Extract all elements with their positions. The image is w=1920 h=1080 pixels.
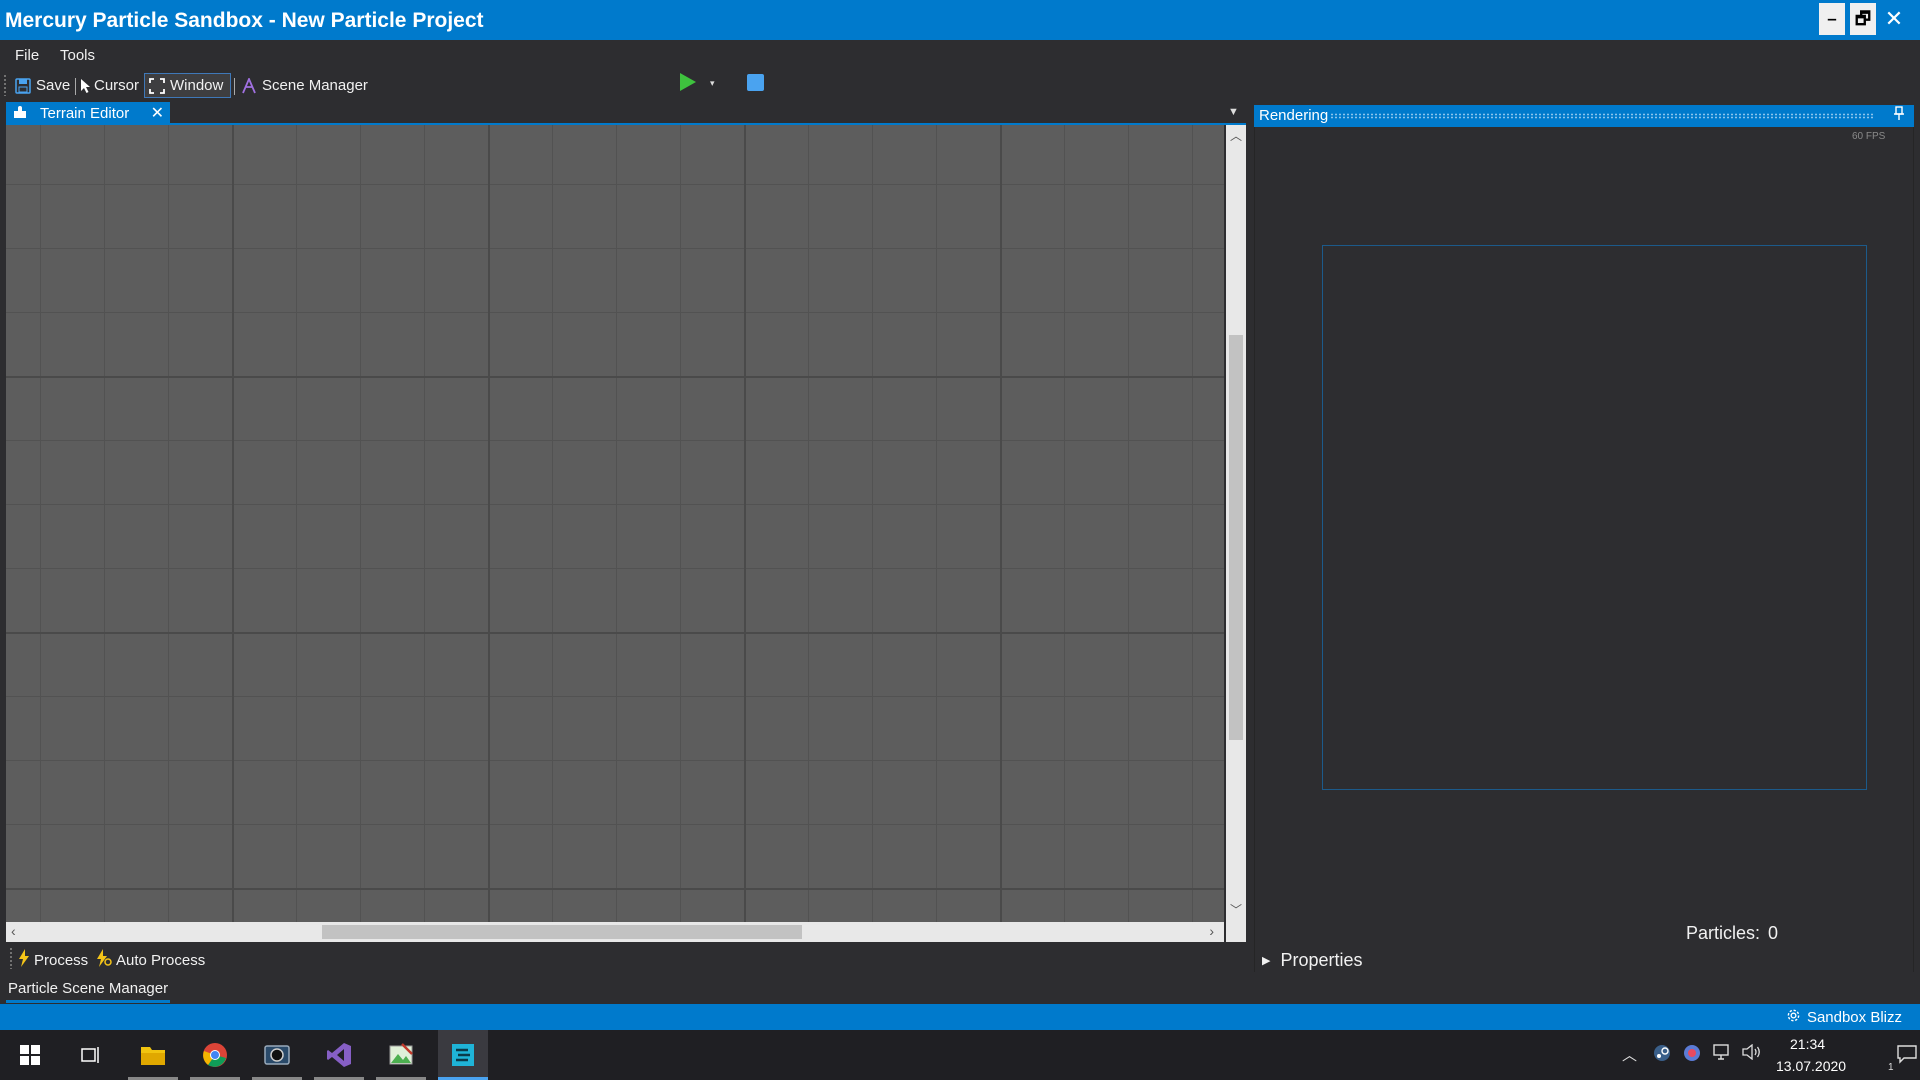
- tray-expand-chevron-up-icon[interactable]: ︿: [1622, 1044, 1637, 1065]
- toolbar-separator: [234, 78, 235, 95]
- fps-counter: 60 FPS: [1852, 131, 1886, 142]
- puzzle-icon: [12, 104, 28, 123]
- minimize-button[interactable]: –: [1819, 3, 1845, 35]
- vertical-scrollbar[interactable]: ︿ ﹀: [1226, 125, 1246, 922]
- tab-close-icon[interactable]: ✕: [151, 103, 164, 123]
- cursor-arrow-icon: [80, 77, 92, 95]
- taskbar: ︿ 1: [0, 1030, 1920, 1080]
- process-label: Process: [34, 952, 89, 969]
- stop-button[interactable]: [747, 74, 764, 91]
- toolbar-separator: [75, 78, 76, 95]
- toolbar-grip[interactable]: [3, 74, 7, 96]
- mercury-sandbox-icon[interactable]: [438, 1030, 488, 1080]
- volume-icon[interactable]: [1742, 1043, 1762, 1064]
- image-editor-icon[interactable]: [376, 1030, 426, 1080]
- bottom-tab-indicator: [6, 1000, 170, 1003]
- chrome-icon[interactable]: [190, 1030, 240, 1080]
- process-toolbar: Process Auto Process: [6, 944, 1246, 972]
- expand-triangle-icon: ▶: [1262, 955, 1271, 967]
- vertical-scroll-thumb[interactable]: [1229, 335, 1243, 740]
- terrain-editor-canvas[interactable]: [6, 125, 1224, 922]
- scene-manager-button[interactable]: Scene Manager: [237, 73, 371, 98]
- steam-tray-icon[interactable]: [1653, 1044, 1671, 1066]
- auto-process-label: Auto Process: [116, 952, 206, 969]
- save-button[interactable]: Save: [11, 73, 73, 98]
- app-window: Mercury Particle Sandbox - New Particle …: [0, 0, 1920, 1080]
- app-tray-icon[interactable]: [1683, 1044, 1701, 1066]
- horizontal-scroll-thumb[interactable]: [322, 925, 802, 939]
- menu-bar: File Tools: [0, 40, 1920, 70]
- tab-label: Terrain Editor: [40, 104, 130, 122]
- title-bar: Mercury Particle Sandbox - New Particle …: [0, 0, 1920, 40]
- horizontal-scrollbar[interactable]: ‹ ›: [6, 922, 1224, 942]
- scroll-up-icon[interactable]: ︿: [1230, 127, 1242, 144]
- menu-file[interactable]: File: [15, 47, 39, 64]
- cursor-label: Cursor: [94, 77, 140, 94]
- toolbar-grip[interactable]: [9, 947, 13, 969]
- status-label: Sandbox Blizz: [1806, 1009, 1902, 1026]
- clock-date[interactable]: 13.07.2020: [1776, 1058, 1846, 1074]
- scene-manager-icon: [240, 77, 258, 95]
- render-viewport[interactable]: [1322, 245, 1867, 790]
- file-explorer-icon[interactable]: [128, 1030, 178, 1080]
- scroll-right-icon[interactable]: ›: [1209, 923, 1214, 939]
- menu-tools[interactable]: Tools: [60, 47, 95, 64]
- toolbar: Save Cursor Window Scene Manager: [0, 70, 1920, 102]
- photo-app-icon[interactable]: [252, 1030, 302, 1080]
- save-icon: [14, 77, 32, 95]
- window-title: Mercury Particle Sandbox - New Particle …: [5, 9, 484, 32]
- tab-list-chevron-down-icon[interactable]: ▼: [1228, 106, 1239, 118]
- status-bar: Sandbox Blizz: [0, 1004, 1920, 1030]
- rendering-panel-header[interactable]: Rendering: [1254, 105, 1914, 127]
- window-button[interactable]: Window: [144, 73, 231, 98]
- particles-count-label: Particles:: [1686, 923, 1761, 943]
- pin-icon[interactable]: [1894, 106, 1904, 123]
- properties-label: Properties: [1280, 950, 1363, 970]
- close-button[interactable]: ✕: [1881, 3, 1907, 35]
- task-view-icon[interactable]: [65, 1030, 115, 1080]
- restore-button[interactable]: 🗗: [1850, 3, 1876, 35]
- network-icon[interactable]: [1713, 1044, 1731, 1064]
- properties-expander[interactable]: ▶ Properties: [1262, 950, 1363, 971]
- scroll-left-icon[interactable]: ‹: [11, 923, 16, 939]
- play-icon[interactable]: [678, 71, 698, 98]
- tab-particle-scene-manager[interactable]: Particle Scene Manager: [0, 975, 170, 1003]
- fullscreen-icon: [148, 77, 166, 95]
- lightning-icon: [18, 949, 30, 972]
- particles-count-value: 0: [1768, 923, 1779, 943]
- scene-manager-label: Scene Manager: [262, 77, 368, 94]
- auto-lightning-icon: [96, 949, 112, 972]
- start-windows-icon[interactable]: [5, 1030, 55, 1080]
- clock-time[interactable]: 21:34: [1790, 1036, 1825, 1052]
- visual-studio-icon[interactable]: [314, 1030, 364, 1080]
- editor-tab-strip: Terrain Editor ✕: [6, 102, 1246, 124]
- process-button[interactable]: Process: [18, 949, 88, 972]
- auto-process-button[interactable]: Auto Process: [96, 949, 205, 972]
- notification-count: 1: [1888, 1062, 1894, 1073]
- notification-center-icon[interactable]: [1896, 1044, 1918, 1068]
- bottom-tab-label: Particle Scene Manager: [8, 980, 169, 997]
- scroll-down-icon[interactable]: ﹀: [1230, 901, 1242, 918]
- panel-drag-grip[interactable]: [1330, 113, 1873, 119]
- window-label: Window: [170, 77, 224, 94]
- tab-terrain-editor[interactable]: Terrain Editor ✕: [6, 102, 170, 124]
- cursor-button[interactable]: Cursor: [77, 73, 142, 98]
- gear-icon: [1786, 1008, 1801, 1027]
- scroll-corner: [1226, 922, 1246, 942]
- status-item[interactable]: Sandbox Blizz: [1786, 1008, 1902, 1027]
- save-label: Save: [36, 77, 71, 94]
- rendering-title: Rendering: [1259, 107, 1329, 124]
- play-dropdown-chevron-icon[interactable]: ▾: [710, 78, 715, 89]
